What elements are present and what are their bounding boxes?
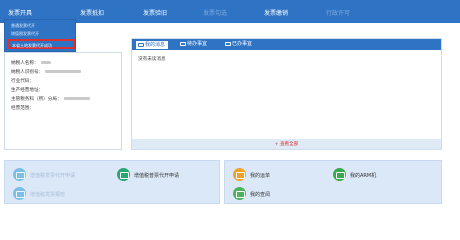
check-circle-icon — [117, 168, 130, 181]
machine-icon — [333, 168, 346, 181]
search-icon — [233, 187, 246, 200]
messages-tab-bar: 我的消息 待办事宜 已办事宜 — [132, 39, 441, 50]
tab-label: 我的消息 — [145, 42, 166, 48]
nav-invoice-deduct[interactable]: 发票抵扣 — [80, 8, 104, 17]
shortcut-label: 我的运单 — [250, 173, 271, 179]
shortcut-label: 增值税发票报检 — [30, 192, 66, 198]
redacted-value — [63, 97, 90, 100]
nav-invoice-verify[interactable]: 发票验旧 — [143, 8, 167, 17]
info-row-address: 生产经营地址： — [11, 87, 43, 93]
dropdown-highlight-box: 本省土地发票代开成功 — [7, 39, 75, 49]
shortcut-label: 我的ARM机 — [350, 173, 377, 179]
shortcut-label: 增值税发票代开申请 — [30, 173, 76, 179]
shortcut-vat-issue-apply[interactable]: 增值税发票代开申请 — [13, 168, 113, 182]
info-label: 生产经营地址： — [11, 88, 44, 93]
info-label: 主管税务科（所）分局： — [11, 97, 62, 102]
view-all-link[interactable]: + 查看全部 — [132, 141, 441, 147]
info-row-scope: 经营范围： — [11, 105, 34, 111]
empty-messages-text: 没有未读消息 — [138, 57, 166, 62]
taxpayer-info-panel: 纳税人名称： 纳税人识别号： 行业代码： 生产经营地址： 主管税务科（所）分局：… — [4, 52, 122, 150]
nav-admin-license[interactable]: 行政许可 — [326, 8, 350, 17]
info-label: 经营范围： — [11, 106, 34, 111]
invoice-issue-dropdown: 普通发票代开 增值税发票代开 本省土地发票代开成功 — [4, 19, 76, 52]
redacted-value — [40, 61, 51, 64]
info-row-name: 纳税人名称： — [11, 60, 51, 66]
shortcut-vat-report[interactable]: 增值税发票报检 — [13, 187, 113, 201]
tab-my-messages[interactable]: 我的消息 — [135, 40, 170, 49]
message-icon — [138, 43, 144, 47]
tab-label: 待办事宜 — [187, 41, 208, 47]
shortcut-my-waybill[interactable]: 我的运单 — [233, 168, 313, 182]
nav-invoice-issue[interactable]: 发票开具 — [8, 8, 32, 17]
invoice-icon — [13, 168, 26, 181]
calendar-icon — [180, 42, 186, 46]
shortcut-label: 我的查阅 — [250, 192, 271, 198]
info-row-industry: 行业代码： — [11, 78, 34, 84]
tab-todo[interactable]: 待办事宜 — [178, 40, 207, 49]
dropdown-item-vat[interactable]: 增值税发票代开 — [11, 31, 39, 37]
tab-label: 已办事宜 — [232, 41, 253, 47]
report-icon — [13, 187, 26, 200]
info-row-tax-office: 主管税务科（所）分局： — [11, 96, 90, 102]
nav-invoice-select[interactable]: 发票勾选 — [203, 8, 227, 17]
info-row-tax-id: 纳税人识别号： — [11, 69, 82, 75]
shortcut-my-query[interactable]: 我的查阅 — [233, 187, 313, 201]
checklist-icon — [225, 42, 231, 46]
shortcut-vat-regular-apply[interactable]: 增值税普票代开申请 — [117, 168, 217, 182]
messages-footer: + 查看全部 — [132, 139, 441, 149]
info-label: 纳税人名称： — [11, 61, 39, 66]
shortcut-label: 增值税普票代开申请 — [134, 173, 180, 179]
messages-panel: 我的消息 待办事宜 已办事宜 没有未读消息 + 查看全部 — [131, 38, 442, 150]
tab-done[interactable]: 已办事宜 — [223, 40, 252, 49]
shortcut-my-arm[interactable]: 我的ARM机 — [333, 168, 413, 182]
info-label: 纳税人识别号： — [11, 70, 44, 75]
waybill-icon — [233, 168, 246, 181]
dropdown-item-regular[interactable]: 普通发票代开 — [11, 23, 35, 29]
dropdown-item-land[interactable]: 本省土地发票代开成功 — [12, 43, 52, 49]
shortcut-panel-left: 增值税发票代开申请 增值税普票代开申请 增值税发票报检 — [4, 160, 220, 204]
nav-invoice-cancel[interactable]: 发票缴销 — [264, 8, 288, 17]
shortcut-panel-right: 我的运单 我的ARM机 我的查阅 — [224, 160, 442, 204]
redacted-value — [45, 70, 82, 73]
info-label: 行业代码： — [11, 79, 34, 84]
